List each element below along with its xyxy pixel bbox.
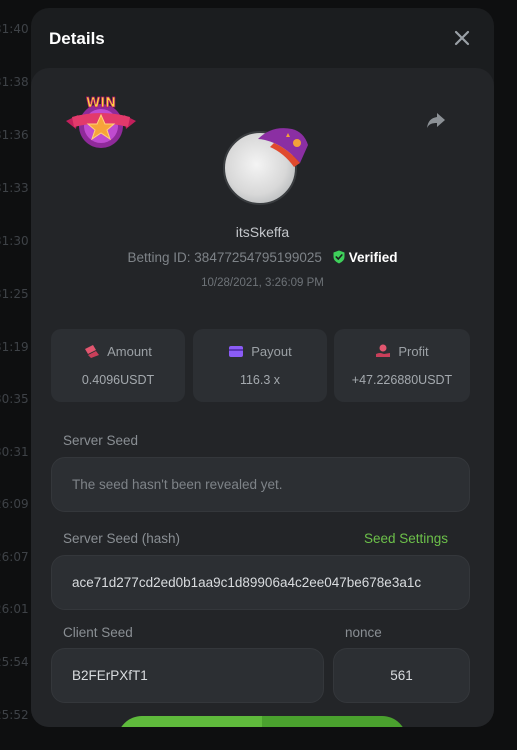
server-seed-hash-label: Server Seed (hash)	[63, 531, 181, 546]
verified-label: Verified	[348, 250, 398, 265]
stat-amount-value: 0.4096USDT	[81, 373, 155, 387]
seed-settings-link[interactable]: Seed Settings	[364, 531, 448, 546]
nonce-label: nonce	[345, 625, 382, 640]
betting-id-row: Betting ID: 384772547951990​25 Verified	[31, 250, 494, 265]
bet-timestamp: 10/28/2021, 3:26:09 PM	[201, 277, 324, 289]
betting-id-label: Betting ID:	[127, 250, 191, 265]
svg-text:WIN: WIN	[86, 96, 116, 111]
background-time: 26:09	[0, 497, 29, 511]
background-time: 26:01	[0, 602, 29, 616]
witch-hat-icon	[258, 128, 308, 167]
verify-button[interactable]	[117, 716, 407, 727]
verified-shield-icon	[333, 250, 345, 264]
client-seed-label: Client Seed	[63, 625, 133, 640]
profit-hand-icon	[376, 344, 391, 357]
background-time: 31:25	[0, 287, 29, 301]
share-button[interactable]	[424, 108, 448, 132]
background-time: 30:31	[0, 445, 29, 459]
stat-profit-label: Profit	[398, 344, 429, 359]
background-time: 31:33	[0, 181, 29, 195]
stat-amount-label: Amount	[107, 344, 152, 359]
server-seed-field[interactable]: The seed hasn't been revealed yet.	[51, 457, 470, 512]
details-modal: Details WIN itsSkeffa Betting ID: 384772…	[31, 8, 494, 727]
background-time: 31:40	[0, 22, 29, 36]
stat-amount: Amount 0.4096USDT	[51, 329, 185, 402]
background-time: 25:52	[0, 708, 29, 722]
background-time: 31:36	[0, 128, 29, 142]
nonce-field[interactable]: 561	[333, 648, 470, 703]
betting-id-value: 384772547951990​25	[194, 250, 322, 265]
stat-payout-label: Payout	[251, 344, 292, 359]
background-time: 26:07	[0, 550, 29, 564]
share-icon	[427, 113, 445, 128]
stat-payout-value: 116.3 x	[239, 373, 281, 387]
background-time: 31:38	[0, 75, 29, 89]
background-time: 30:35	[0, 392, 29, 406]
win-badge-icon: WIN	[66, 96, 136, 148]
stat-profit: Profit +47.226880USDT	[334, 329, 470, 402]
background-time: 31:19	[0, 340, 29, 354]
modal-title: Details	[49, 29, 105, 48]
close-button[interactable]	[450, 26, 474, 50]
coins-icon	[85, 345, 100, 358]
background-time: 25:54	[0, 655, 29, 669]
username: itsSkeffa	[235, 224, 290, 240]
stat-profit-value: +47.226880USDT	[351, 373, 453, 387]
close-icon	[454, 30, 470, 46]
client-seed-field[interactable]: B2FErPXfT1	[51, 648, 324, 703]
bet-details-card: WIN itsSkeffa Betting ID: 38477254795199…	[31, 68, 494, 727]
background-time: 31:30	[0, 234, 29, 248]
server-seed-hash-field[interactable]: ace71d277cd2ed0b1aa9c1d89906a4c2ee047be6…	[51, 555, 470, 610]
server-seed-label: Server Seed	[63, 433, 139, 448]
stat-payout: Payout 116.3 x	[193, 329, 327, 402]
wallet-icon	[229, 346, 244, 357]
